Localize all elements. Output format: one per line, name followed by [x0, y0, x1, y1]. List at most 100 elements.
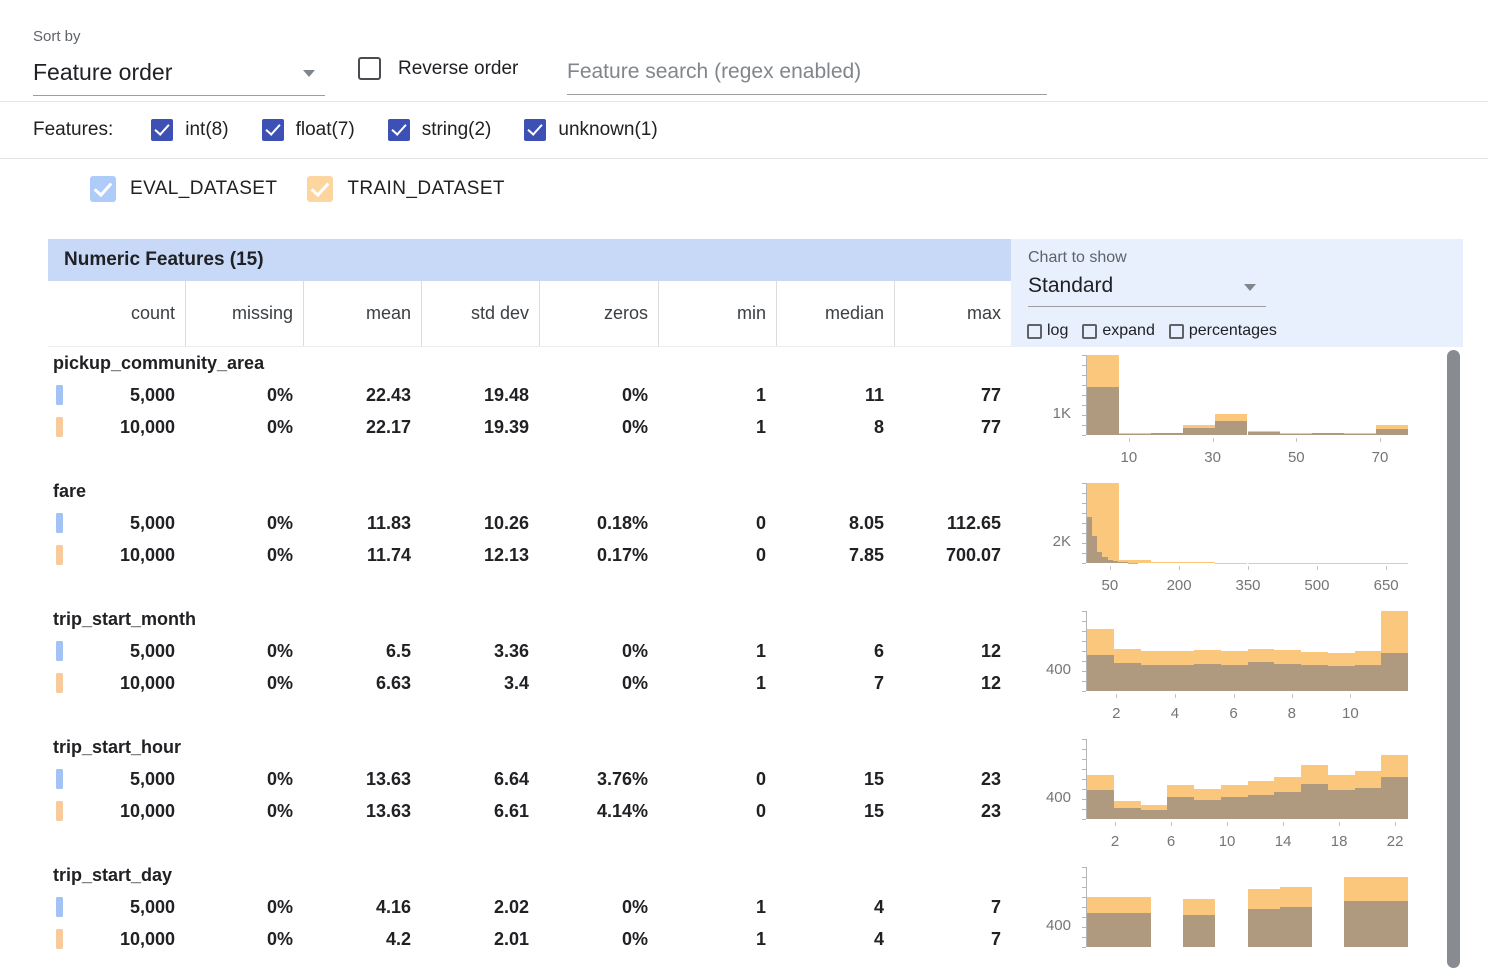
y-axis-tick	[1082, 631, 1086, 632]
chart-option-label: percentages	[1189, 322, 1277, 340]
stat-value: 4.16	[303, 891, 421, 923]
y-axis-tick	[1082, 365, 1086, 366]
checkbox-unchecked-icon[interactable]	[1027, 324, 1042, 339]
checkbox-unchecked-icon[interactable]	[1082, 324, 1097, 339]
feature-stats: fare5,0000%11.8310.260.18%08.05112.6510,…	[48, 475, 1011, 603]
stat-value-text: 0%	[267, 417, 293, 437]
hist-bar	[1344, 434, 1376, 435]
stat-value-text: 6.64	[494, 769, 529, 789]
x-axis-tick-label: 500	[1304, 577, 1329, 594]
vertical-scrollbar[interactable]	[1447, 350, 1460, 968]
hist-bar	[1087, 387, 1119, 435]
x-axis-tick-label: 200	[1167, 577, 1192, 594]
stat-value: 12	[894, 635, 1011, 667]
x-axis-tick	[1227, 822, 1228, 826]
dataset-checkbox-train[interactable]	[307, 176, 333, 202]
stat-value: 10.26	[421, 507, 539, 539]
x-axis-tick-label: 10	[1121, 449, 1138, 466]
stat-value: 0%	[185, 635, 303, 667]
stat-value-text: 7	[991, 929, 1001, 949]
stat-value-text: 19.39	[484, 417, 529, 437]
column-header-row: countmissingmeanstd devzerosminmedianmax	[48, 281, 1011, 347]
dataset-option-eval[interactable]: EVAL_DATASET	[90, 176, 277, 202]
stat-value: 0%	[539, 667, 658, 699]
feature-type-option[interactable]: float(7)	[262, 119, 355, 141]
table-title-band: Numeric Features (15)	[48, 239, 1011, 281]
stat-value: 0%	[185, 411, 303, 443]
stat-value: 6.5	[303, 635, 421, 667]
y-axis-label: 2K	[1011, 533, 1071, 550]
feature-histogram: 400	[1011, 859, 1463, 968]
stat-value-text: 112.65	[947, 513, 1001, 533]
y-axis-tick	[1082, 917, 1086, 918]
dataset-checkbox-eval[interactable]	[90, 176, 116, 202]
hist-bar	[1167, 797, 1194, 819]
features-filter-label: Features:	[33, 119, 113, 141]
stat-value-text: 0%	[267, 929, 293, 949]
hist-bar	[1167, 665, 1194, 691]
y-axis-tick	[1082, 641, 1086, 642]
stat-row-eval: 5,0000%22.4319.480%11177	[48, 379, 1011, 411]
reverse-order-checkbox[interactable]	[358, 57, 381, 80]
y-axis-tick	[1082, 651, 1086, 652]
hist-layer-eval	[1087, 867, 1408, 947]
y-axis-tick	[1082, 681, 1086, 682]
stat-value: 11.83	[303, 507, 421, 539]
checkbox-unchecked-icon[interactable]	[1169, 324, 1184, 339]
x-axis-tick-label: 22	[1387, 833, 1404, 850]
chart-type-select[interactable]: Standard	[1028, 269, 1266, 307]
stat-value-text: 0%	[267, 897, 293, 917]
stat-value: 10,000	[48, 411, 185, 443]
stat-value-text: 1	[756, 641, 766, 661]
stat-value-text: 13.63	[366, 769, 411, 789]
stat-value: 0	[658, 795, 776, 827]
y-axis-tick	[1082, 425, 1086, 426]
stat-value: 0%	[539, 379, 658, 411]
stat-value-text: 7.85	[849, 545, 884, 565]
x-axis-tick-label: 350	[1235, 577, 1260, 594]
chevron-down-icon	[1244, 284, 1256, 291]
y-axis-tick	[1082, 937, 1086, 938]
dataset-option-train[interactable]: TRAIN_DATASET	[307, 176, 505, 202]
stat-value-text: 11	[865, 385, 884, 405]
feature-histogram: 4002610141822	[1011, 731, 1463, 859]
feature-type-label: string(2)	[422, 119, 492, 141]
chart-option-log[interactable]: log	[1027, 322, 1068, 340]
feature-search-input[interactable]	[567, 50, 1047, 94]
checkbox-checked-icon[interactable]	[388, 119, 410, 141]
stat-value: 15	[776, 763, 894, 795]
stat-value: 0%	[185, 891, 303, 923]
hist-layer-eval	[1087, 355, 1408, 435]
stat-value-text: 0%	[622, 897, 648, 917]
y-axis-label: 1K	[1011, 405, 1071, 422]
stat-value-text: 0	[756, 545, 766, 565]
stat-value: 23	[894, 795, 1011, 827]
x-axis-tick-label: 2	[1111, 833, 1119, 850]
feature-type-option[interactable]: unknown(1)	[524, 119, 657, 141]
stat-value: 0	[658, 507, 776, 539]
stat-value-text: 10.26	[484, 513, 529, 533]
feature-type-option[interactable]: int(8)	[151, 119, 228, 141]
chart-option-expand[interactable]: expand	[1082, 322, 1155, 340]
stat-value: 15	[776, 795, 894, 827]
checkbox-checked-icon[interactable]	[151, 119, 173, 141]
stat-value-text: 4	[874, 929, 884, 949]
stat-value-text: 23	[981, 769, 1001, 789]
stat-value: 0.17%	[539, 539, 658, 571]
x-axis-tick-label: 4	[1171, 705, 1179, 722]
stat-value: 0%	[185, 795, 303, 827]
column-header-std-dev: std dev	[421, 281, 539, 346]
stat-value: 13.63	[303, 795, 421, 827]
stat-value: 23	[894, 763, 1011, 795]
stat-value-text: 2.01	[494, 929, 529, 949]
y-axis-tick	[1082, 927, 1086, 928]
stat-value: 3.76%	[539, 763, 658, 795]
checkbox-checked-icon[interactable]	[524, 119, 546, 141]
sort-by-select[interactable]: Feature order	[33, 52, 325, 96]
stat-row-train: 10,0000%6.633.40%1712	[48, 667, 1011, 699]
feature-type-option[interactable]: string(2)	[388, 119, 492, 141]
checkbox-checked-icon[interactable]	[262, 119, 284, 141]
chart-option-percentages[interactable]: percentages	[1169, 322, 1277, 340]
y-axis-tick	[1082, 405, 1086, 406]
toolbar: Sort by Feature order Reverse order	[0, 0, 1488, 102]
